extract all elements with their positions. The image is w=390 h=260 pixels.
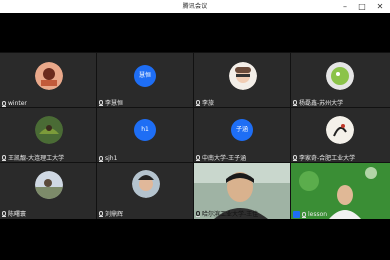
host-badge-icon bbox=[293, 211, 300, 218]
maximize-icon[interactable]: □ bbox=[354, 0, 370, 13]
participant-tile[interactable]: 李旅 bbox=[193, 52, 292, 109]
participant-video[interactable]: lesson bbox=[290, 162, 390, 220]
avatar: 慧恒 bbox=[134, 65, 156, 87]
participant-name: 王凯靓-大连理工大学 bbox=[2, 153, 64, 162]
mic-muted-icon bbox=[99, 211, 103, 217]
minimize-icon[interactable]: – bbox=[337, 0, 353, 13]
mic-muted-icon bbox=[196, 155, 200, 161]
participant-video[interactable]: 哈尔滨工业大学-王佳 bbox=[193, 162, 292, 220]
top-band bbox=[0, 13, 390, 53]
participant-tile[interactable]: 子涵 中南大学-王子涵 bbox=[193, 107, 292, 164]
mic-muted-icon bbox=[2, 101, 6, 107]
participant-tile[interactable]: 王凯靓-大连理工大学 bbox=[0, 107, 98, 164]
participant-name: 哈尔滨工业大学-王佳 bbox=[196, 209, 258, 218]
participant-tile[interactable]: h1 sjh1 bbox=[96, 107, 195, 164]
avatar bbox=[35, 62, 63, 90]
participant-tile[interactable]: 李家奇-合肥工业大学 bbox=[290, 107, 390, 164]
participant-grid: winter 慧恒 李慧恒 李旅 杨磊鑫-苏州大学 王凯靓-大连理工大学 h1 … bbox=[0, 52, 390, 220]
participant-tile[interactable]: winter bbox=[0, 52, 98, 109]
mic-muted-icon bbox=[99, 100, 103, 106]
participant-name: 李慧恒 bbox=[99, 98, 123, 107]
participant-name: 李旅 bbox=[196, 98, 214, 107]
mic-on-icon bbox=[302, 212, 306, 218]
mic-muted-icon bbox=[196, 100, 200, 106]
avatar: h1 bbox=[134, 119, 156, 141]
participant-tile[interactable]: 慧恒 李慧恒 bbox=[96, 52, 195, 109]
participant-name: winter bbox=[2, 100, 27, 107]
mic-muted-icon bbox=[293, 100, 297, 106]
participant-name: 中南大学-王子涵 bbox=[196, 153, 246, 162]
participant-tile[interactable]: 刘鼎辉 bbox=[96, 162, 195, 220]
window-titlebar: 腾讯会议 – □ ✕ bbox=[0, 0, 390, 13]
window-title: 腾讯会议 bbox=[182, 3, 208, 10]
avatar bbox=[326, 62, 354, 90]
participant-name: 刘鼎辉 bbox=[99, 209, 123, 218]
bottom-band bbox=[0, 219, 390, 260]
mic-muted-icon bbox=[196, 211, 200, 217]
mic-muted-icon bbox=[99, 156, 103, 162]
participant-tile[interactable]: 陈曙寰 bbox=[0, 162, 98, 220]
participant-name: lesson bbox=[293, 211, 327, 218]
avatar bbox=[132, 170, 160, 198]
avatar bbox=[35, 116, 63, 144]
avatar: 子涵 bbox=[231, 119, 253, 141]
participant-name: sjh1 bbox=[99, 155, 117, 162]
avatar bbox=[35, 171, 63, 199]
avatar bbox=[326, 116, 354, 144]
participant-name: 杨磊鑫-苏州大学 bbox=[293, 98, 343, 107]
mic-muted-icon bbox=[2, 155, 6, 161]
mic-muted-icon bbox=[293, 155, 297, 161]
close-icon[interactable]: ✕ bbox=[372, 0, 388, 13]
participant-name: 李家奇-合肥工业大学 bbox=[293, 153, 355, 162]
mic-muted-icon bbox=[2, 211, 6, 217]
avatar bbox=[229, 62, 257, 90]
participant-tile[interactable]: 杨磊鑫-苏州大学 bbox=[290, 52, 390, 109]
participant-name: 陈曙寰 bbox=[2, 209, 26, 218]
